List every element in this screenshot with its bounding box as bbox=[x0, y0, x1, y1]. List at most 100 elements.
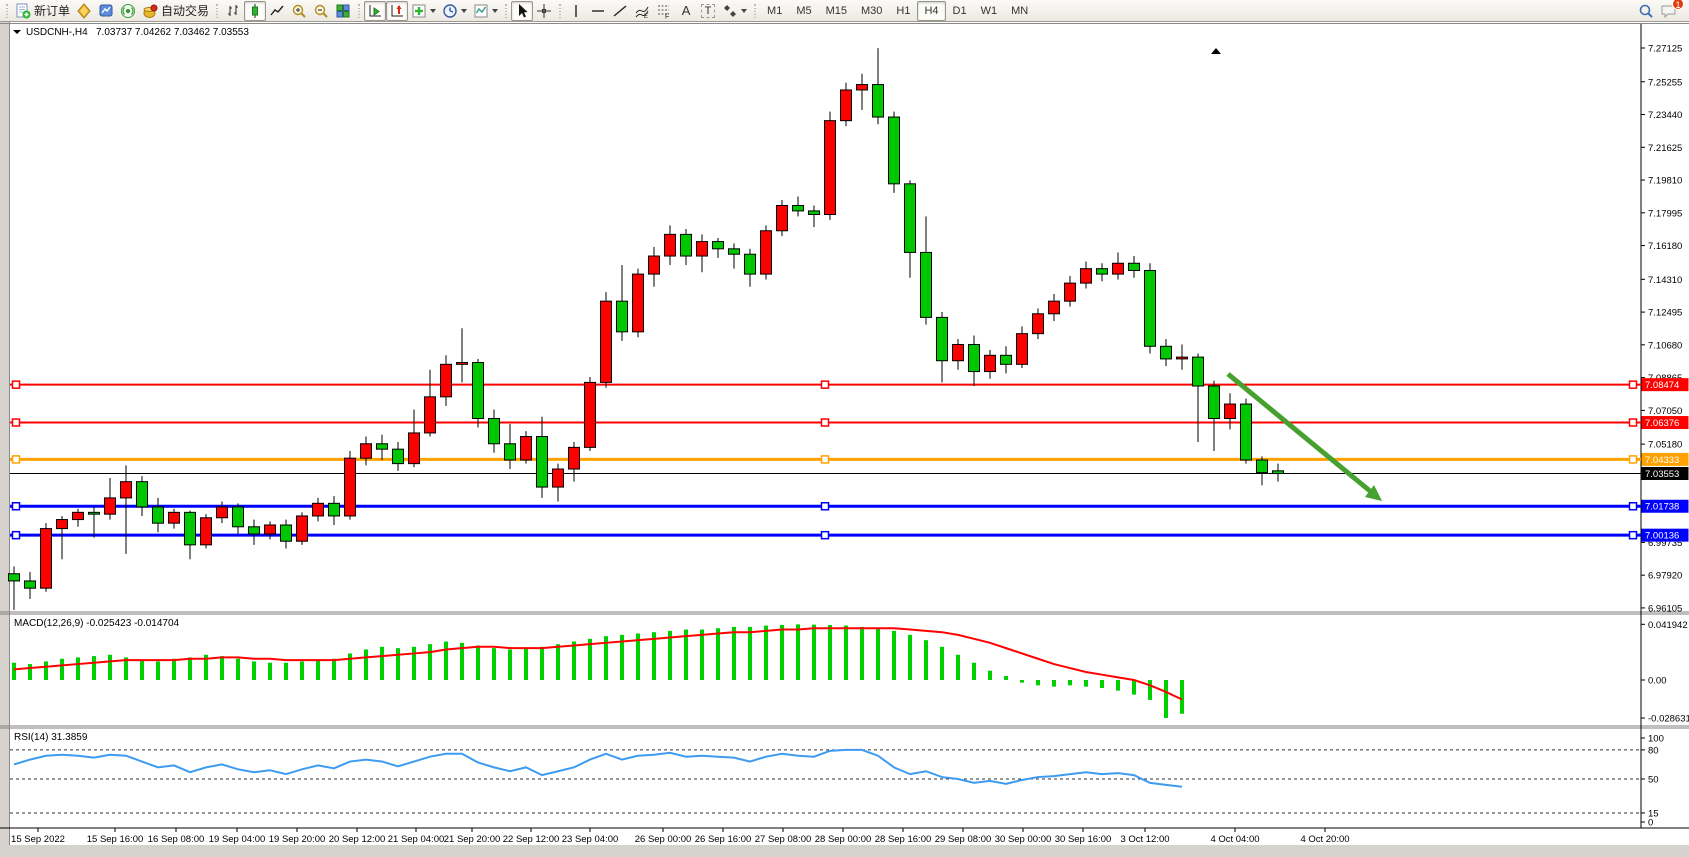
tile-windows-button[interactable] bbox=[332, 1, 354, 21]
new-order-label: 新订单 bbox=[34, 2, 70, 19]
line-drag-handle[interactable] bbox=[13, 532, 20, 539]
bullish-candle bbox=[825, 121, 836, 215]
line-drag-handle[interactable] bbox=[13, 503, 20, 510]
timeframe-w1-button[interactable]: W1 bbox=[974, 1, 1005, 21]
price-level-badge-label: 7.03553 bbox=[1645, 469, 1679, 480]
line-drag-handle[interactable] bbox=[822, 381, 829, 388]
chart-canvas[interactable]: 7.271257.252557.234407.216257.198107.179… bbox=[0, 22, 1689, 852]
auto-scroll-button[interactable] bbox=[364, 1, 386, 21]
macd-tick-label: 0.041942 bbox=[1648, 620, 1688, 631]
toolbar-drag-handle[interactable] bbox=[503, 3, 509, 19]
zoom-in-button[interactable] bbox=[288, 1, 310, 21]
candlestick-mode-button[interactable] bbox=[244, 1, 266, 21]
bearish-candle bbox=[153, 507, 164, 523]
toolbar-drag-handle[interactable] bbox=[752, 3, 758, 19]
line-drag-handle[interactable] bbox=[822, 419, 829, 426]
time-tick-label: 29 Sep 08:00 bbox=[935, 834, 992, 845]
bearish-candle bbox=[1129, 263, 1140, 270]
line-chart-mode-button[interactable] bbox=[266, 1, 288, 21]
timeframe-m5-button[interactable]: M5 bbox=[789, 1, 818, 21]
auto-trading-button[interactable]: 自动交易 bbox=[139, 1, 212, 21]
text-label-glyph: T bbox=[701, 4, 716, 18]
timeframe-h4-button[interactable]: H4 bbox=[917, 1, 945, 21]
timeframe-d1-button[interactable]: D1 bbox=[946, 1, 974, 21]
toolbar-drag-handle[interactable] bbox=[356, 3, 362, 19]
horizontal-line-tool-button[interactable] bbox=[587, 1, 609, 21]
time-tick-label: 20 Sep 12:00 bbox=[329, 834, 386, 845]
line-drag-handle[interactable] bbox=[1630, 456, 1637, 463]
bullish-candle bbox=[1065, 283, 1076, 301]
bullish-candle bbox=[985, 355, 996, 371]
arrows-tool-button[interactable] bbox=[719, 1, 750, 21]
vertical-line-tool-button[interactable] bbox=[565, 1, 587, 21]
bearish-candle bbox=[793, 205, 804, 210]
crosshair-tool-button[interactable] bbox=[533, 1, 555, 21]
cursor-tool-button[interactable] bbox=[511, 1, 533, 21]
periods-dropdown-caret[interactable] bbox=[461, 9, 467, 13]
search-button[interactable] bbox=[1635, 1, 1657, 21]
bullish-candle bbox=[313, 503, 324, 516]
line-drag-handle[interactable] bbox=[1630, 532, 1637, 539]
time-tick-label: 21 Sep 20:00 bbox=[444, 834, 501, 845]
bearish-candle bbox=[537, 437, 548, 488]
periods-button[interactable] bbox=[439, 1, 470, 21]
timeframe-m15-button[interactable]: M15 bbox=[819, 1, 854, 21]
bearish-candle bbox=[137, 482, 148, 507]
bearish-candle bbox=[745, 254, 756, 274]
line-drag-handle[interactable] bbox=[1630, 381, 1637, 388]
new-order-icon bbox=[15, 3, 31, 19]
line-drag-handle[interactable] bbox=[1630, 503, 1637, 510]
notifications-button[interactable]: 1 bbox=[1657, 1, 1681, 21]
chart-profile-button[interactable] bbox=[95, 1, 117, 21]
line-drag-handle[interactable] bbox=[822, 532, 829, 539]
price-level-badge-label: 7.00136 bbox=[1645, 531, 1679, 542]
new-order-button[interactable]: 新订单 bbox=[12, 1, 73, 21]
timeframe-h1-button[interactable]: H1 bbox=[889, 1, 917, 21]
toolbar-drag-handle[interactable] bbox=[214, 3, 220, 19]
bullish-candle bbox=[1033, 314, 1044, 334]
metaeditor-button[interactable] bbox=[73, 1, 95, 21]
bullish-candle bbox=[569, 447, 580, 469]
indicators-button[interactable] bbox=[408, 1, 439, 21]
bearish-candle bbox=[681, 234, 692, 256]
line-drag-handle[interactable] bbox=[1630, 419, 1637, 426]
price-tick-label: 7.17995 bbox=[1648, 208, 1682, 219]
arrows-dropdown-caret[interactable] bbox=[741, 9, 747, 13]
line-drag-handle[interactable] bbox=[13, 419, 20, 426]
bar-chart-mode-button[interactable] bbox=[222, 1, 244, 21]
text-label-tool-button[interactable]: T bbox=[697, 1, 719, 21]
line-drag-handle[interactable] bbox=[822, 503, 829, 510]
time-tick-label: 28 Sep 16:00 bbox=[875, 834, 932, 845]
line-drag-handle[interactable] bbox=[822, 456, 829, 463]
notification-count-badge: 1 bbox=[1672, 0, 1684, 10]
bullish-candle bbox=[1017, 334, 1028, 365]
bullish-candle bbox=[1225, 404, 1236, 418]
templates-dropdown-caret[interactable] bbox=[492, 9, 498, 13]
timeframe-m30-button[interactable]: M30 bbox=[854, 1, 889, 21]
bearish-candle bbox=[889, 117, 900, 184]
templates-button[interactable] bbox=[470, 1, 501, 21]
horizontal-line-icon bbox=[590, 3, 606, 19]
zoom-out-button[interactable] bbox=[310, 1, 332, 21]
timeframe-mn-button[interactable]: MN bbox=[1004, 1, 1035, 21]
price-tick-label: 6.97920 bbox=[1648, 571, 1682, 582]
text-tool-button[interactable]: A bbox=[675, 1, 697, 21]
indicators-dropdown-caret[interactable] bbox=[430, 9, 436, 13]
bullish-candle bbox=[41, 529, 52, 589]
bullish-candle bbox=[1177, 357, 1188, 359]
line-drag-handle[interactable] bbox=[13, 381, 20, 388]
bearish-candle bbox=[89, 512, 100, 514]
signals-button[interactable] bbox=[117, 1, 139, 21]
rsi-pane-label: RSI(14) 31.3859 bbox=[14, 732, 88, 743]
chart-shift-button[interactable] bbox=[386, 1, 408, 21]
chart-window[interactable]: 7.271257.252557.234407.216257.198107.179… bbox=[0, 22, 1689, 852]
toolbar-drag-handle[interactable] bbox=[4, 3, 10, 19]
channel-tool-button[interactable]: E bbox=[631, 1, 653, 21]
toolbar-drag-handle[interactable] bbox=[557, 3, 563, 19]
trendline-tool-button[interactable] bbox=[609, 1, 631, 21]
bearish-candle bbox=[1193, 357, 1204, 386]
line-drag-handle[interactable] bbox=[13, 456, 20, 463]
fibonacci-tool-button[interactable]: F bbox=[653, 1, 675, 21]
timeframe-m1-button[interactable]: M1 bbox=[760, 1, 789, 21]
macd-tick-label: 0.00 bbox=[1648, 676, 1667, 687]
